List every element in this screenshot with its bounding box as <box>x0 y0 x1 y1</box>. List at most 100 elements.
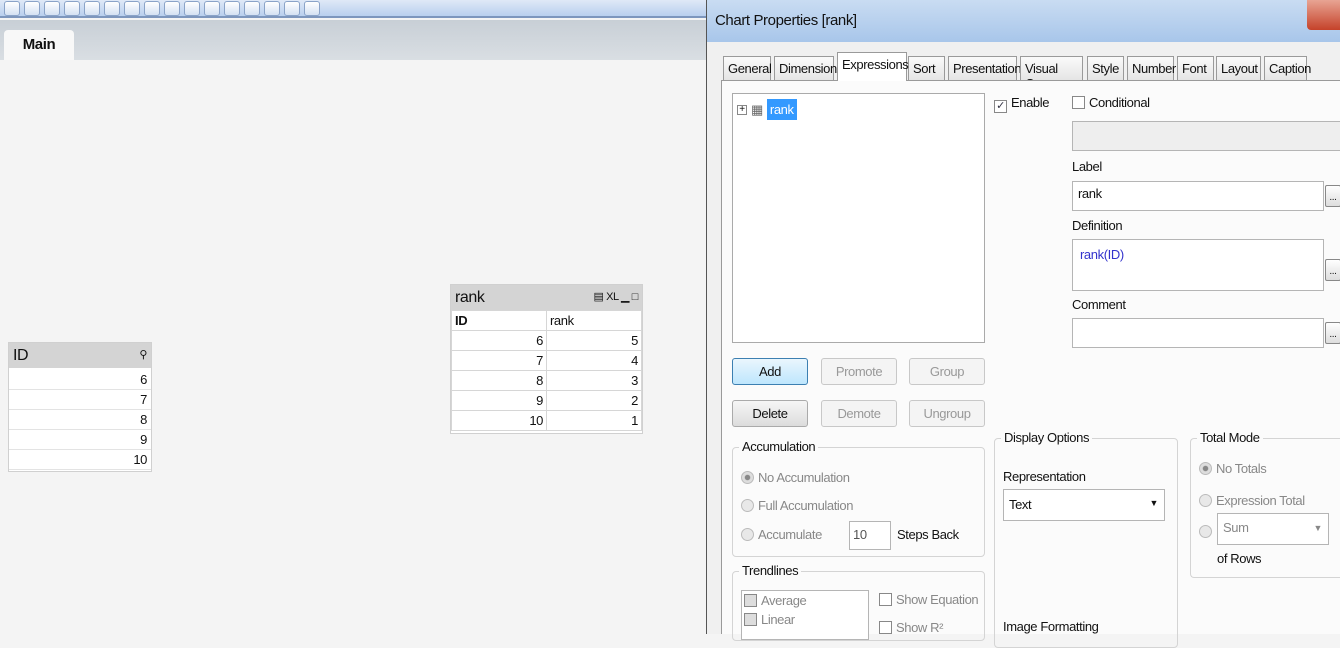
tab-caption[interactable]: Caption <box>1264 56 1311 81</box>
expression-tree[interactable]: + ▦ rank <box>732 93 985 343</box>
table-cell[interactable]: 5 <box>546 330 642 351</box>
minimize-icon[interactable]: ▁ <box>621 291 629 303</box>
radio-expression-total[interactable]: Expression Total <box>1199 493 1305 508</box>
table-row: 65 <box>451 330 642 351</box>
new-sheet-icon[interactable] <box>4 0 20 16</box>
radio-accumulate[interactable]: Accumulate <box>741 527 822 542</box>
check-icon: ✓ <box>994 100 1007 113</box>
steps-back-stepper[interactable]: 10 <box>849 521 891 550</box>
conditional-checkbox[interactable]: Conditional <box>1072 95 1150 110</box>
comment-edit-button[interactable]: ... <box>1325 322 1340 344</box>
promote-button[interactable]: Promote <box>821 358 897 385</box>
expand-icon[interactable]: + <box>737 104 747 115</box>
table-icon[interactable] <box>64 0 80 16</box>
trendline-linear[interactable]: Linear <box>744 612 866 627</box>
trendlines-list[interactable]: Average Linear <box>741 590 869 640</box>
table-cell[interactable]: 3 <box>546 370 642 391</box>
window-icon[interactable] <box>144 0 160 16</box>
search-icon[interactable] <box>204 0 220 16</box>
show-r2-checkbox[interactable]: Show R² <box>879 620 943 635</box>
column-header-id[interactable]: ID <box>451 310 547 331</box>
text-icon[interactable] <box>164 0 180 16</box>
label-edit-button[interactable]: ... <box>1325 185 1340 207</box>
display-options-group: Display Options Representation Text ▼ Ima… <box>994 430 1178 648</box>
tab-sort[interactable]: Sort <box>908 56 945 81</box>
button-icon[interactable] <box>104 0 120 16</box>
conditional-field <box>1072 121 1340 151</box>
sigma-icon[interactable] <box>44 0 60 16</box>
arrow-icon[interactable] <box>184 0 200 16</box>
column-header-rank[interactable]: rank <box>546 310 642 331</box>
trendline-average[interactable]: Average <box>744 593 866 608</box>
list-item[interactable]: 8 <box>9 410 151 430</box>
comment-input[interactable] <box>1072 318 1324 348</box>
rank-table: rank ▤ XL ▁ □ ID rank 6 5 7 4 8 3 9 2 10 1 <box>450 284 643 434</box>
definition-edit-button[interactable]: ... <box>1325 259 1340 281</box>
zoom-icon[interactable] <box>244 0 260 16</box>
table-cell[interactable]: 9 <box>451 390 547 411</box>
definition-input[interactable]: rank(ID) <box>1072 239 1324 291</box>
bar-chart-icon[interactable] <box>84 0 100 16</box>
table-cell[interactable]: 7 <box>451 350 547 371</box>
table-icon: ▦ <box>751 101 763 117</box>
radio-sum-of-rows[interactable] <box>1199 524 1216 539</box>
tab-number[interactable]: Number <box>1127 56 1176 81</box>
dropdown-arrow-icon: ▼ <box>1149 498 1158 508</box>
tab-main[interactable]: Main <box>4 30 74 60</box>
radio-no-totals[interactable]: No Totals <box>1199 461 1267 476</box>
tab-expressions[interactable]: Expressions <box>837 52 909 81</box>
chart-properties-dialog: Chart Properties [rank] General Dimension… <box>706 0 1340 648</box>
list-item[interactable]: 7 <box>9 390 151 410</box>
table-cell[interactable]: 1 <box>546 410 642 431</box>
radio-no-accumulation[interactable]: No Accumulation <box>741 470 850 485</box>
table-cell[interactable]: 4 <box>546 350 642 371</box>
tab-style[interactable]: Style <box>1087 56 1124 81</box>
maximize-icon[interactable]: □ <box>632 291 639 303</box>
add-button[interactable]: Add <box>732 358 808 385</box>
list-item[interactable]: 9 <box>9 430 151 450</box>
toolbar <box>0 0 706 18</box>
expression-item[interactable]: + ▦ rank <box>733 94 984 125</box>
enable-checkbox[interactable]: ✓ Enable <box>994 95 1049 113</box>
table-row: 10 1 <box>451 410 642 431</box>
chart-wizard-icon[interactable] <box>284 0 300 16</box>
search-icon[interactable]: ⚲ <box>139 343 147 368</box>
table-cell[interactable]: 2 <box>546 390 642 411</box>
align-icon[interactable] <box>304 0 320 16</box>
comment-caption: Comment <box>1072 297 1126 312</box>
ungroup-button[interactable]: Ungroup <box>909 400 985 427</box>
table-cell[interactable]: 6 <box>451 330 547 351</box>
tab-dimensions[interactable]: Dimensions <box>774 56 843 81</box>
list-item[interactable]: 6 <box>9 370 151 390</box>
radio-full-accumulation[interactable]: Full Accumulation <box>741 498 853 513</box>
xl-button[interactable]: XL <box>606 291 619 303</box>
representation-select[interactable]: Text ▼ <box>1003 489 1165 521</box>
layout-icon[interactable] <box>264 0 280 16</box>
tab-font[interactable]: Font <box>1177 56 1214 81</box>
close-button[interactable] <box>1307 0 1340 30</box>
delete-button[interactable]: Delete <box>732 400 808 427</box>
v-icon[interactable] <box>124 0 140 16</box>
accumulation-group: Accumulation No Accumulation Full Accumu… <box>732 439 985 557</box>
listbox-header: ID ⚲ <box>9 343 151 368</box>
tab-visual-cues[interactable]: Visual Cues <box>1020 56 1083 91</box>
star-icon[interactable] <box>224 0 240 16</box>
tab-presentation[interactable]: Presentation <box>948 56 1022 81</box>
expressions-panel: + ▦ rank ✓ Enable Conditional Label rank … <box>721 80 1340 648</box>
table-row: 92 <box>451 390 642 411</box>
sum-select[interactable]: Sum ▼ <box>1217 513 1329 545</box>
tab-layout[interactable]: Layout <box>1216 56 1261 81</box>
group-button[interactable]: Group <box>909 358 985 385</box>
table-title: rank <box>455 289 485 306</box>
demote-button[interactable]: Demote <box>821 400 897 427</box>
show-equation-checkbox[interactable]: Show Equation <box>879 592 979 607</box>
id-listbox[interactable]: ID ⚲ 6 7 8 9 10 <box>8 342 152 472</box>
label-input[interactable]: rank <box>1072 181 1324 211</box>
table-cell[interactable]: 8 <box>451 370 547 391</box>
tab-general[interactable]: General <box>723 56 772 81</box>
table-cell[interactable]: 10 <box>451 410 547 431</box>
list-item[interactable]: 10 <box>9 450 151 470</box>
listbox-icon[interactable] <box>24 0 40 16</box>
trendlines-title: Trendlines <box>739 563 802 578</box>
print-icon[interactable]: ▤ <box>593 291 603 303</box>
